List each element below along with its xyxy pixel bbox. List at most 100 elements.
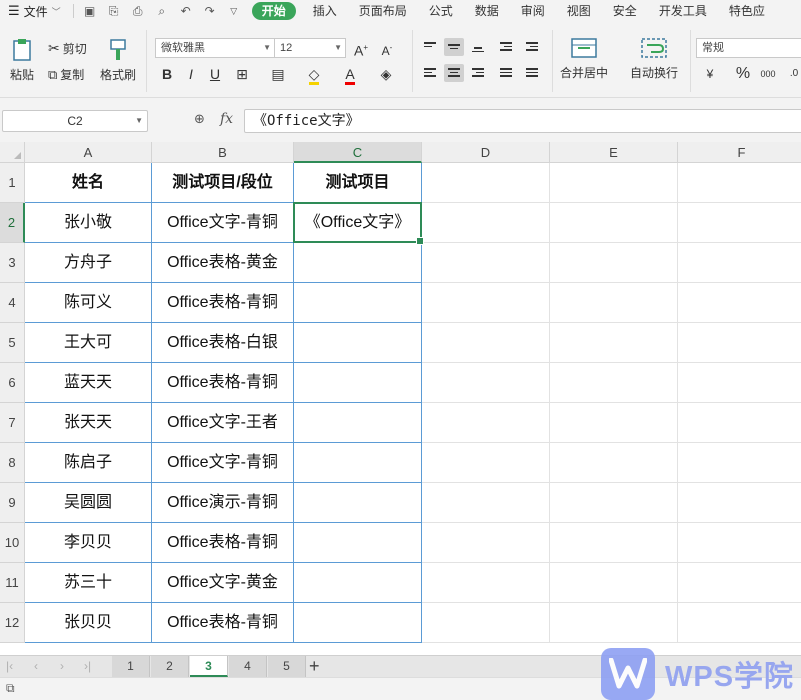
insert-function-button[interactable]: fx (220, 111, 233, 127)
cell-d10[interactable] (422, 523, 550, 563)
cell-f2[interactable] (678, 203, 801, 243)
cell-d2[interactable] (422, 203, 550, 243)
thousands-separator-button[interactable]: 000 (758, 64, 778, 84)
cell-d11[interactable] (422, 563, 550, 603)
cell-c10[interactable] (294, 523, 422, 563)
cell-e11[interactable] (550, 563, 678, 603)
paste-button[interactable]: 粘贴 (4, 38, 40, 83)
tab-security[interactable]: 安全 (602, 0, 648, 22)
cell-c8[interactable] (294, 443, 422, 483)
cell-c12[interactable] (294, 603, 422, 643)
cell-f1[interactable] (678, 163, 801, 203)
row-header-3[interactable]: 3 (0, 243, 25, 283)
spreadsheet-grid[interactable]: A B C D E F 1 姓名 测试项目/段位 测试项目 2 张小敬 Office文字-青铜 《Offi… (0, 142, 801, 655)
cell-a7[interactable]: 张天天 (25, 403, 152, 443)
cell-d8[interactable] (422, 443, 550, 483)
zoom-icon[interactable]: ⊕ (194, 111, 205, 127)
cell-c9[interactable] (294, 483, 422, 523)
column-header-e[interactable]: E (550, 142, 678, 163)
number-format-select[interactable]: 常规 (696, 38, 801, 58)
cell-f9[interactable] (678, 483, 801, 523)
cell-e10[interactable] (550, 523, 678, 563)
align-right-button[interactable] (468, 64, 488, 82)
cell-d9[interactable] (422, 483, 550, 523)
sheet-tab-4[interactable]: 4 (229, 656, 267, 677)
cell-b1[interactable]: 测试项目/段位 (152, 163, 294, 203)
decrease-indent-button[interactable] (496, 38, 516, 56)
last-sheet-icon[interactable]: ›| (84, 659, 91, 673)
prev-sheet-icon[interactable]: ‹ (34, 659, 38, 673)
font-size-select[interactable]: 12 ▼ (274, 38, 346, 58)
cell-a4[interactable]: 陈可义 (25, 283, 152, 323)
column-header-c[interactable]: C (294, 142, 422, 163)
cell-f4[interactable] (678, 283, 801, 323)
distributed-align-button[interactable] (522, 64, 542, 82)
column-header-d[interactable]: D (422, 142, 550, 163)
cell-c6[interactable] (294, 363, 422, 403)
cell-c5[interactable] (294, 323, 422, 363)
select-all-button[interactable] (0, 142, 25, 163)
cell-b11[interactable]: Office文字-黄金 (152, 563, 294, 603)
cell-e2[interactable] (550, 203, 678, 243)
tab-review[interactable]: 审阅 (510, 0, 556, 22)
tab-home[interactable]: 开始 (251, 2, 296, 20)
cell-f12[interactable] (678, 603, 801, 643)
increase-decimal-button[interactable]: .0 (784, 64, 801, 84)
row-header-8[interactable]: 8 (0, 443, 25, 483)
cell-f10[interactable] (678, 523, 801, 563)
align-center-button[interactable] (444, 64, 464, 82)
cell-a12[interactable]: 张贝贝 (25, 603, 152, 643)
row-header-1[interactable]: 1 (0, 163, 25, 203)
cell-b9[interactable]: Office演示-青铜 (152, 483, 294, 523)
copy-button[interactable]: ⧉ 复制 (48, 66, 84, 83)
cell-d4[interactable] (422, 283, 550, 323)
cell-e9[interactable] (550, 483, 678, 523)
row-header-10[interactable]: 10 (0, 523, 25, 563)
sheet-tab-3[interactable]: 3 (190, 656, 228, 677)
macro-icon[interactable]: ⧉ (6, 681, 15, 696)
fill-color-button[interactable]: ◇ (304, 64, 324, 85)
cell-e5[interactable] (550, 323, 678, 363)
cut-button[interactable]: ✂ 剪切 (48, 40, 87, 57)
clear-format-button[interactable]: ◈ (376, 64, 396, 84)
cell-a11[interactable]: 苏三十 (25, 563, 152, 603)
print-icon[interactable]: ⎙ (130, 4, 146, 18)
cell-b10[interactable]: Office表格-青铜 (152, 523, 294, 563)
cell-c3[interactable] (294, 243, 422, 283)
tab-data[interactable]: 数据 (464, 0, 510, 22)
cell-b2[interactable]: Office文字-青铜 (152, 203, 294, 243)
cell-f3[interactable] (678, 243, 801, 283)
cell-a8[interactable]: 陈启子 (25, 443, 152, 483)
column-header-f[interactable]: F (678, 142, 801, 163)
tab-insert[interactable]: 插入 (302, 0, 348, 22)
format-painter-button[interactable]: 格式刷 (100, 38, 136, 83)
cell-e3[interactable] (550, 243, 678, 283)
bold-button[interactable]: B (157, 64, 177, 84)
cell-b8[interactable]: Office文字-青铜 (152, 443, 294, 483)
cell-e6[interactable] (550, 363, 678, 403)
column-header-b[interactable]: B (152, 142, 294, 163)
increase-font-size-button[interactable]: A+ (351, 38, 371, 59)
cell-d5[interactable] (422, 323, 550, 363)
row-header-2[interactable]: 2 (0, 203, 25, 243)
cell-e12[interactable] (550, 603, 678, 643)
cell-e7[interactable] (550, 403, 678, 443)
cell-b5[interactable]: Office表格-白银 (152, 323, 294, 363)
tab-formulas[interactable]: 公式 (418, 0, 464, 22)
print-preview-icon[interactable]: ⌕ (154, 4, 170, 18)
sheet-tab-5[interactable]: 5 (268, 656, 306, 677)
cell-a10[interactable]: 李贝贝 (25, 523, 152, 563)
cell-c4[interactable] (294, 283, 422, 323)
cell-a9[interactable]: 吴圆圆 (25, 483, 152, 523)
cell-b7[interactable]: Office文字-王者 (152, 403, 294, 443)
row-header-12[interactable]: 12 (0, 603, 25, 643)
customize-quick-access-icon[interactable]: ▽ (226, 4, 242, 18)
align-bottom-button[interactable] (468, 38, 488, 56)
file-menu[interactable]: ☰ 文件 ﹀ (0, 0, 69, 22)
name-box[interactable]: C2 ▼ (2, 110, 148, 132)
column-header-a[interactable]: A (25, 142, 152, 163)
cell-c7[interactable] (294, 403, 422, 443)
font-name-select[interactable]: 微软雅黑 ▼ (155, 38, 275, 58)
underline-button[interactable]: U (205, 64, 225, 84)
cell-d3[interactable] (422, 243, 550, 283)
